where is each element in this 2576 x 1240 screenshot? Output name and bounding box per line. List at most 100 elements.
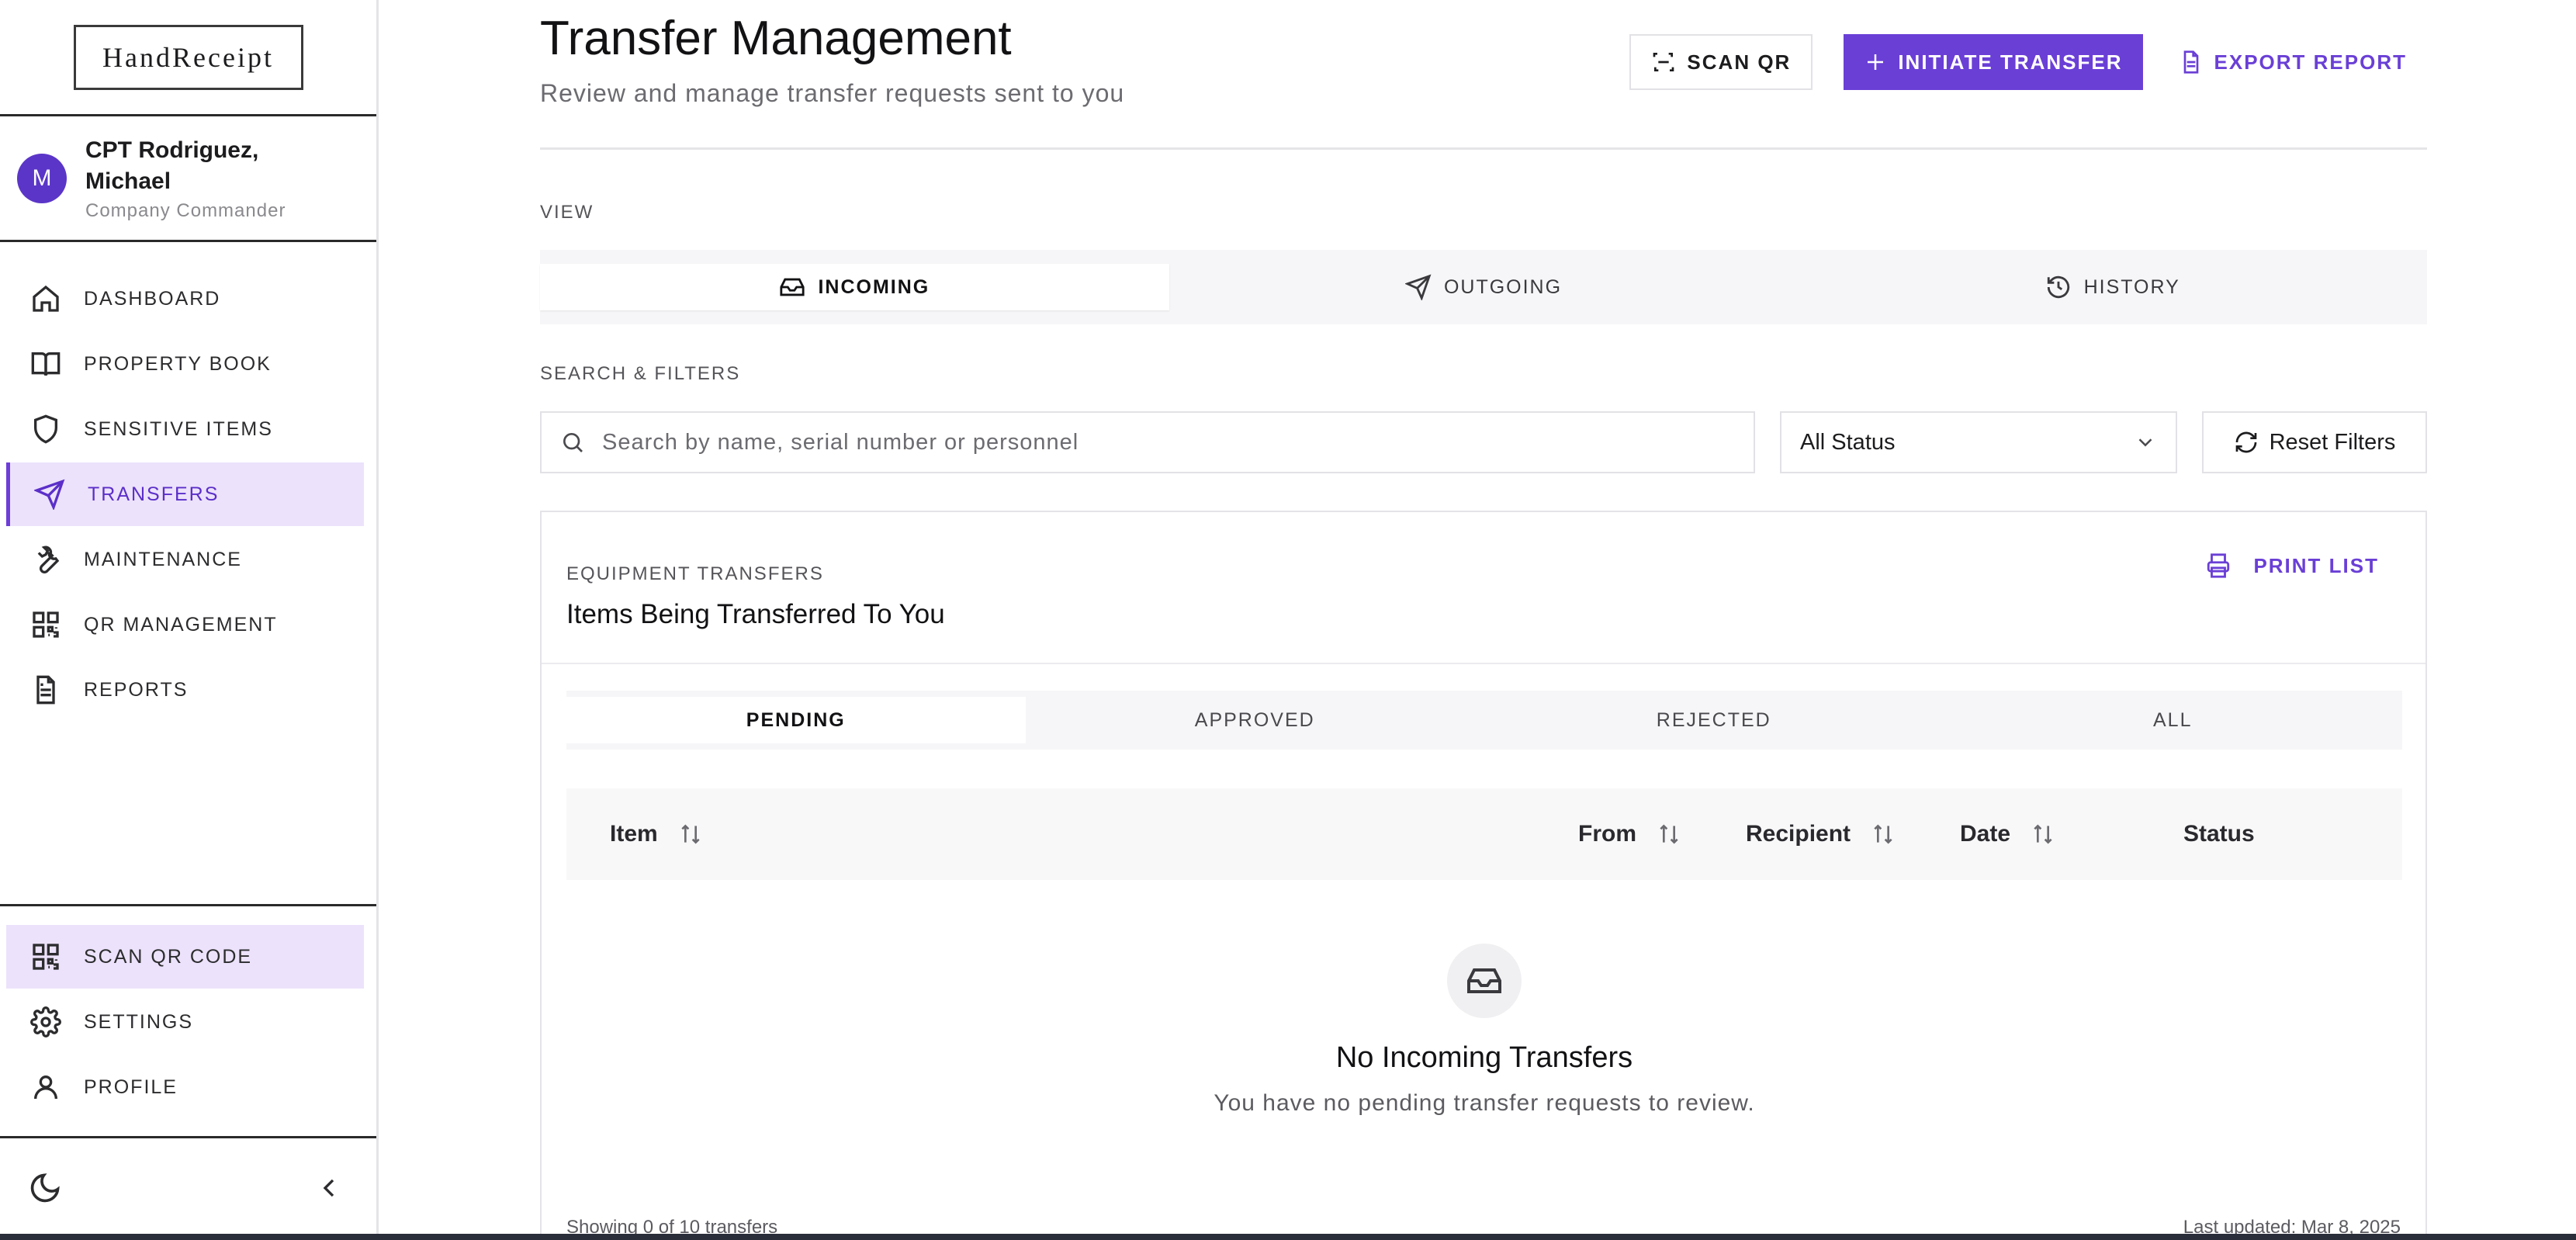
tab-history[interactable]: HISTORY: [1798, 264, 2427, 310]
wrench-icon: [29, 543, 62, 576]
history-icon: [2047, 275, 2069, 299]
app-logo[interactable]: HandReceipt: [73, 24, 303, 90]
tab-label: INCOMING: [818, 275, 930, 298]
card-title: Items Being Transferred To You: [566, 599, 945, 629]
print-list-button[interactable]: PRINT LIST: [2205, 552, 2379, 579]
moon-icon: [30, 1173, 60, 1203]
sidebar-item-label: SENSITIVE ITEMS: [84, 417, 273, 440]
sidebar-item-reports[interactable]: REPORTS: [6, 658, 364, 722]
column-label: Status: [2183, 821, 2255, 847]
search-input[interactable]: [602, 429, 1688, 455]
sort-icon: [1874, 824, 1892, 844]
sidebar-item-label: SCAN QR CODE: [84, 945, 253, 968]
refresh-icon: [2235, 431, 2256, 453]
sidebar-item-scan-qr-code[interactable]: SCAN QR CODE: [6, 925, 364, 989]
home-icon: [29, 282, 62, 315]
sidebar: HandReceipt M CPT Rodriguez, Michael Com…: [0, 0, 379, 1240]
inbox-icon: [780, 278, 805, 296]
view-label: VIEW: [540, 202, 594, 223]
empty-state: No Incoming Transfers You have no pendin…: [566, 944, 2402, 1117]
sidebar-tools: [0, 1136, 376, 1240]
gear-icon: [29, 1006, 62, 1038]
header-actions: SCAN QR INITIATE TRANSFER EXPORT REPORT: [1629, 34, 2427, 90]
transfers-card: EQUIPMENT TRANSFERS Items Being Transfer…: [540, 511, 2427, 1240]
sort-icon: [681, 824, 700, 844]
scan-qr-label: SCAN QR: [1687, 50, 1792, 74]
tab-incoming[interactable]: INCOMING: [540, 264, 1169, 310]
sidebar-item-transfers[interactable]: TRANSFERS: [6, 462, 364, 526]
sidebar-item-property-book[interactable]: PROPERTY BOOK: [6, 332, 364, 396]
header-divider: [540, 147, 2427, 150]
sidebar-item-label: TRANSFERS: [88, 483, 220, 505]
card-header: EQUIPMENT TRANSFERS Items Being Transfer…: [542, 512, 2425, 664]
export-report-label: EXPORT REPORT: [2214, 50, 2407, 74]
tab-pending[interactable]: PENDING: [566, 697, 1026, 743]
empty-state-title: No Incoming Transfers: [1335, 1041, 1633, 1074]
view-tabs: INCOMING OUTGOING HISTORY: [540, 250, 2427, 324]
plus-icon: [1868, 54, 1884, 70]
column-header-status: Status: [2183, 788, 2255, 880]
filters-label: SEARCH & FILTERS: [540, 363, 741, 384]
page-subtitle: Review and manage transfer requests sent…: [540, 79, 1125, 107]
column-label: Date: [1960, 821, 2011, 847]
print-list-label: PRINT LIST: [2253, 553, 2379, 577]
sidebar-item-settings[interactable]: SETTINGS: [6, 990, 364, 1054]
document-icon: [2183, 50, 2198, 74]
sidebar-item-sensitive-items[interactable]: SENSITIVE ITEMS: [6, 397, 364, 461]
sidebar-item-dashboard[interactable]: DASHBOARD: [6, 267, 364, 331]
sidebar-item-label: MAINTENANCE: [84, 548, 242, 570]
book-icon: [29, 348, 62, 380]
column-label: Item: [610, 821, 658, 847]
search-icon: [563, 433, 583, 452]
tab-rejected[interactable]: REJECTED: [1484, 697, 1944, 743]
search-field[interactable]: [540, 411, 1755, 473]
status-filter-value: All Status: [1800, 429, 1896, 455]
column-header-from[interactable]: From: [1578, 788, 1681, 880]
user-card[interactable]: M CPT Rodriguez, Michael Company Command…: [0, 116, 376, 242]
scan-qr-button[interactable]: SCAN QR: [1629, 34, 1813, 90]
page-title: Transfer Management: [540, 12, 1012, 65]
export-report-button[interactable]: EXPORT REPORT: [2159, 34, 2427, 90]
column-label: Recipient: [1746, 821, 1851, 847]
tab-label: OUTGOING: [1443, 275, 1563, 298]
dark-mode-toggle[interactable]: [28, 1171, 62, 1209]
sidebar-item-profile[interactable]: PROFILE: [6, 1055, 364, 1119]
sort-icon: [2034, 824, 2052, 844]
reset-filters-label: Reset Filters: [2269, 429, 2396, 455]
tab-outgoing[interactable]: OUTGOING: [1169, 264, 1799, 310]
sidebar-item-label: QR MANAGEMENT: [84, 613, 278, 636]
send-icon: [1404, 274, 1432, 300]
qr-icon: [29, 608, 62, 641]
sidebar-item-qr-management[interactable]: QR MANAGEMENT: [6, 593, 364, 656]
inbox-icon: [1447, 944, 1522, 1018]
column-header-item[interactable]: Item: [610, 788, 703, 880]
tab-all[interactable]: ALL: [1944, 697, 2403, 743]
initiate-transfer-button[interactable]: INITIATE TRANSFER: [1844, 34, 2143, 90]
tab-approved[interactable]: APPROVED: [1026, 697, 1485, 743]
send-icon: [33, 478, 66, 511]
printer-icon: [2207, 553, 2230, 578]
initiate-transfer-label: INITIATE TRANSFER: [1898, 50, 2123, 74]
user-name: CPT Rodriguez, Michael: [85, 137, 259, 194]
status-tabs: PENDING APPROVED REJECTED ALL: [566, 691, 2402, 750]
collapse-sidebar-button[interactable]: [313, 1172, 345, 1207]
window-bottom-edge: [0, 1234, 2576, 1240]
qr-icon: [29, 940, 62, 973]
user-icon: [29, 1071, 62, 1103]
card-eyebrow: EQUIPMENT TRANSFERS: [566, 563, 824, 584]
shield-icon: [29, 413, 62, 445]
document-icon: [29, 674, 62, 706]
reset-filters-button[interactable]: Reset Filters: [2202, 411, 2427, 473]
tab-label: HISTORY: [2083, 275, 2180, 298]
sidebar-item-label: PROFILE: [84, 1075, 178, 1098]
column-header-recipient[interactable]: Recipient: [1746, 788, 1896, 880]
status-filter-select[interactable]: All Status: [1780, 411, 2177, 473]
table-header: Item From Recipient Date Status: [566, 788, 2402, 880]
scan-icon: [1653, 53, 1674, 71]
sidebar-item-maintenance[interactable]: MAINTENANCE: [6, 528, 364, 591]
logo-area: HandReceipt: [0, 0, 376, 116]
column-label: From: [1578, 821, 1636, 847]
sort-icon: [1660, 824, 1678, 844]
sidebar-item-label: SETTINGS: [84, 1010, 194, 1033]
column-header-date[interactable]: Date: [1960, 788, 2055, 880]
